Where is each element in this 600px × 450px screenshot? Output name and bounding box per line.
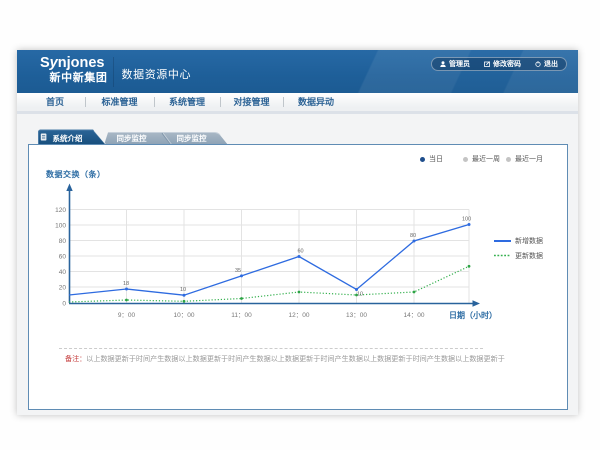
- svg-text:60: 60: [59, 254, 67, 261]
- svg-text:10：00: 10：00: [174, 312, 195, 319]
- svg-text:13：00: 13：00: [346, 312, 367, 319]
- svg-text:0: 0: [62, 301, 66, 308]
- svg-text:9：00: 9：00: [118, 312, 136, 319]
- svg-text:系统介绍: 系统介绍: [53, 133, 83, 143]
- svg-text:100: 100: [462, 217, 471, 223]
- svg-text:100: 100: [55, 223, 66, 230]
- svg-text:11：00: 11：00: [231, 312, 252, 319]
- svg-text:120: 120: [55, 207, 66, 214]
- svg-text:同步监控: 同步监控: [117, 133, 147, 143]
- svg-text:80: 80: [59, 238, 67, 245]
- svg-text:日期（小时）: 日期（小时）: [449, 310, 497, 320]
- svg-text:12：00: 12：00: [289, 312, 310, 319]
- svg-text:10: 10: [180, 287, 186, 293]
- svg-text:10: 10: [357, 292, 363, 298]
- svg-text:20: 20: [59, 285, 67, 292]
- svg-text:40: 40: [59, 269, 67, 276]
- svg-text:14：00: 14：00: [404, 312, 425, 319]
- svg-text:80: 80: [410, 233, 416, 239]
- svg-text:同步监控: 同步监控: [177, 133, 207, 143]
- svg-text:35: 35: [235, 268, 241, 274]
- svg-text:18: 18: [123, 281, 129, 287]
- svg-text:60: 60: [298, 249, 304, 255]
